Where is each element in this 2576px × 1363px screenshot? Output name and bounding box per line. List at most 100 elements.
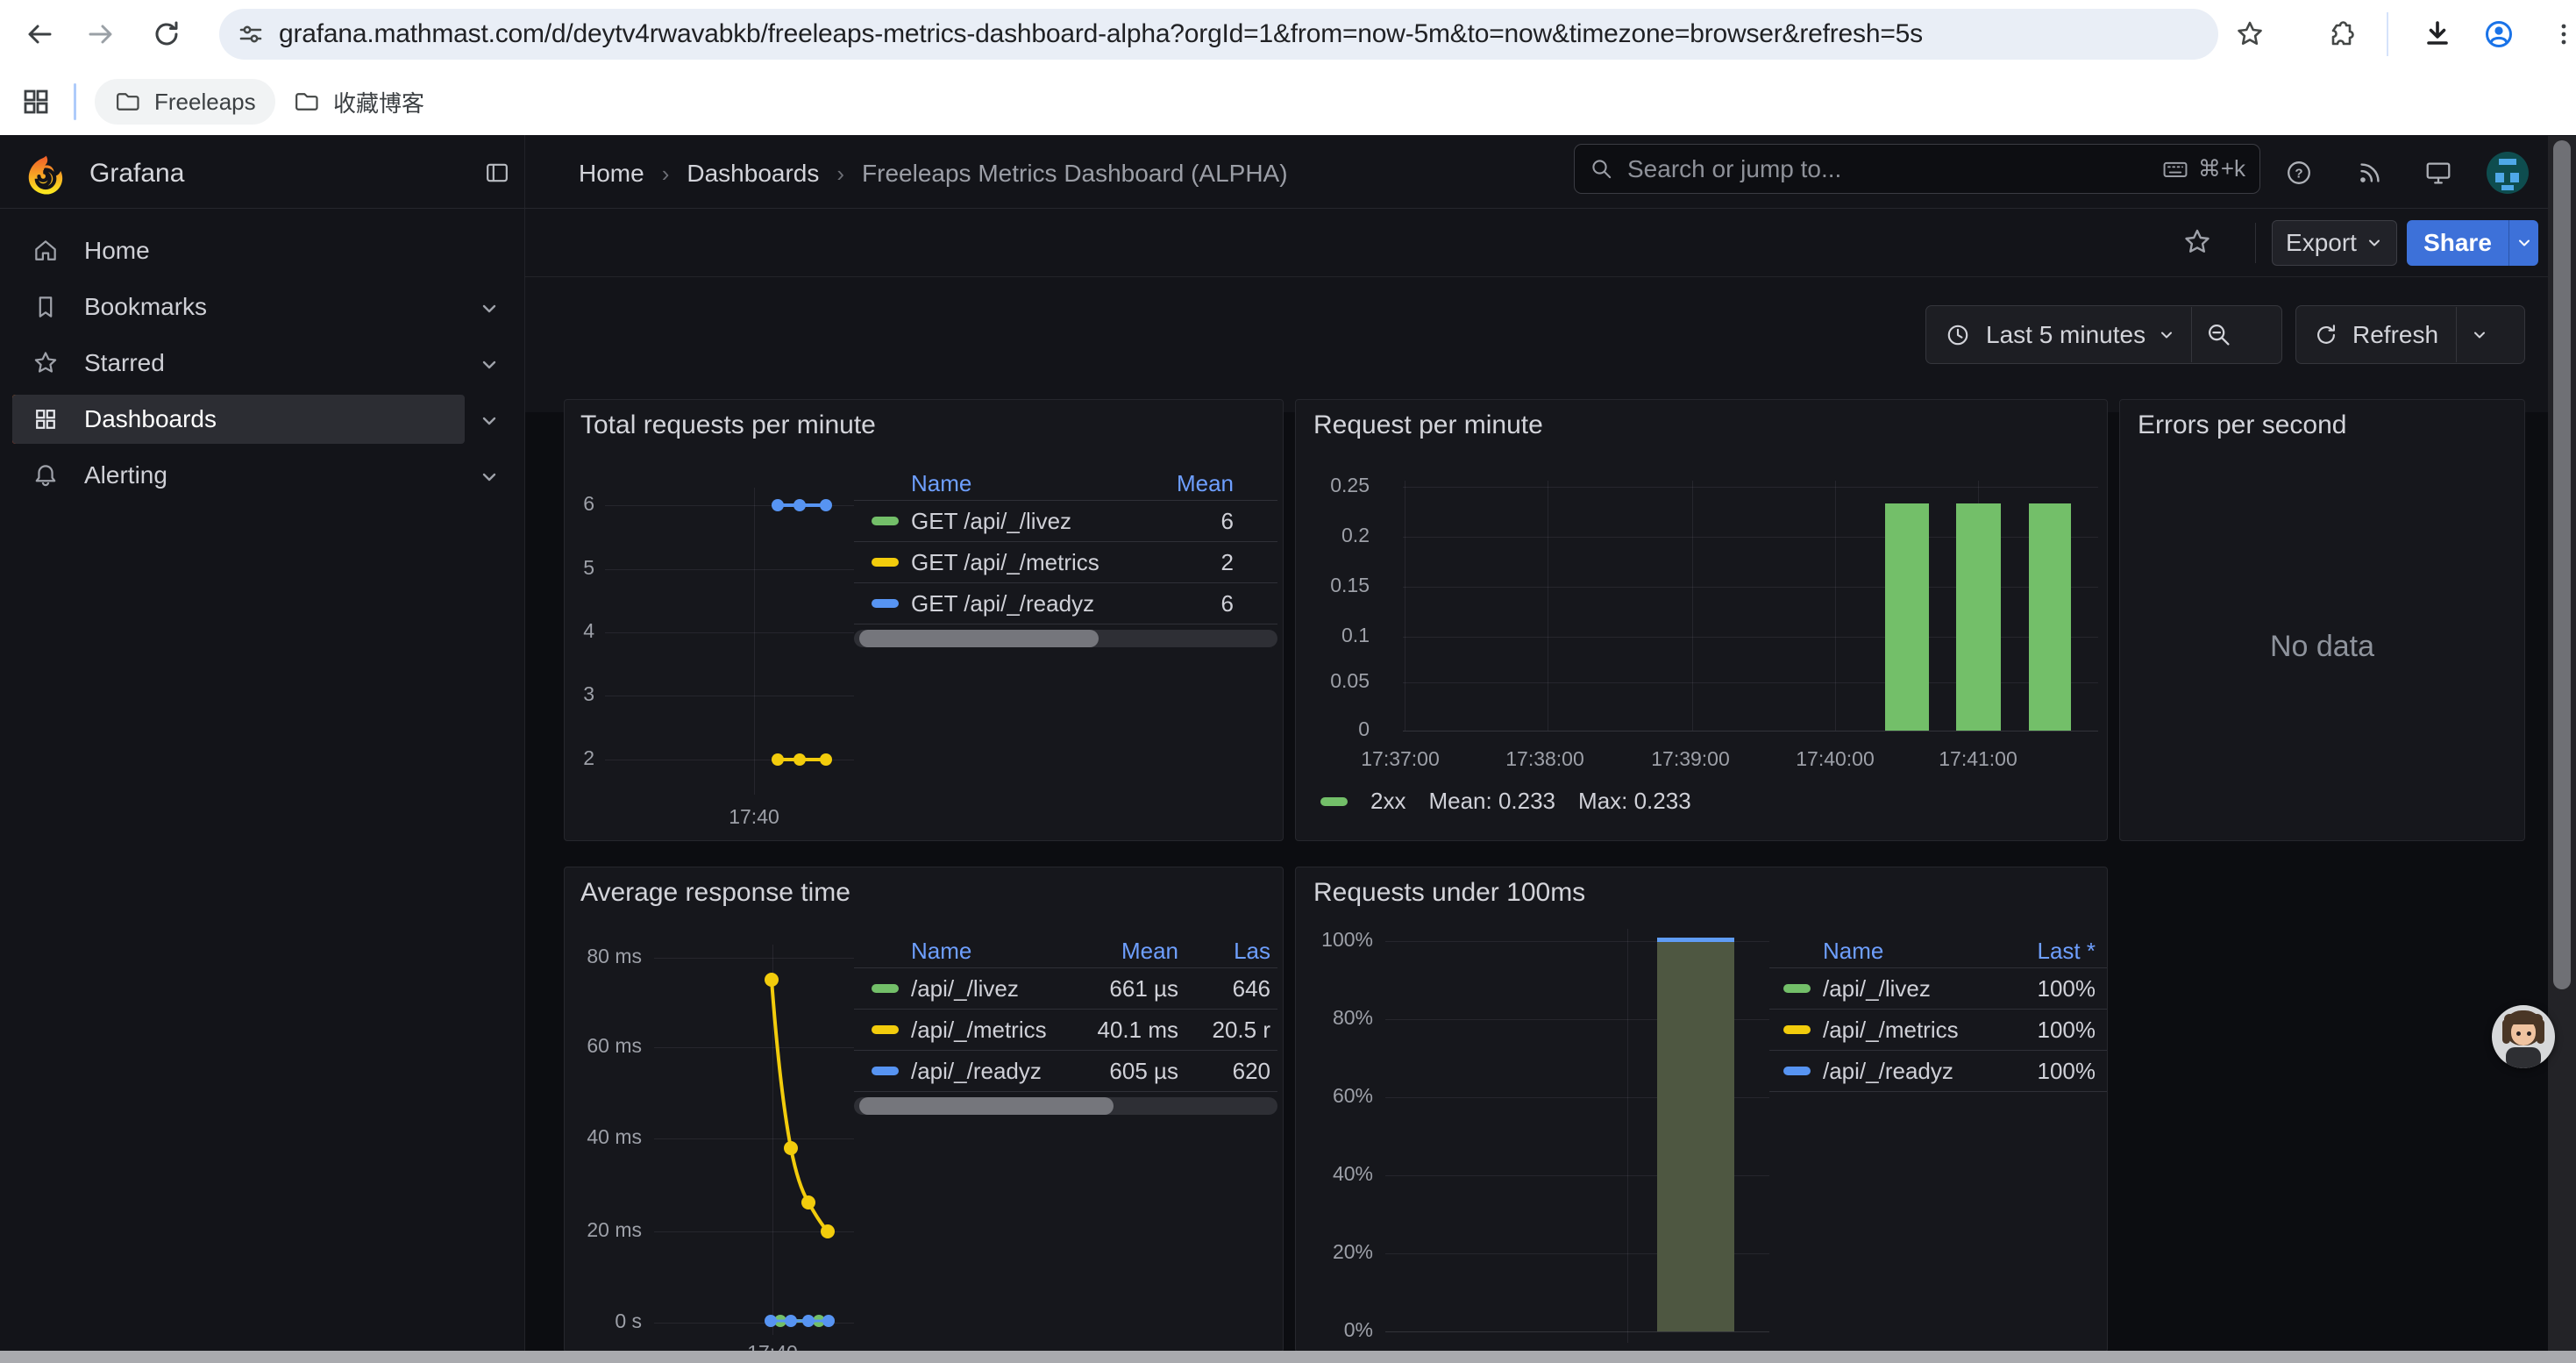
- panel-title[interactable]: Average response time: [580, 878, 850, 908]
- news-rss-icon[interactable]: [2355, 158, 2385, 188]
- legend-row[interactable]: /api/_/livez 661 µs 646: [854, 967, 1277, 1009]
- col-mean[interactable]: Mean: [1078, 938, 1178, 965]
- sidebar-item-label: Dashboards: [84, 405, 217, 433]
- export-button[interactable]: Export: [2272, 220, 2397, 266]
- horizontal-scrollbar[interactable]: [0, 1351, 2576, 1363]
- sidebar-item-dashboards[interactable]: Dashboards: [12, 395, 465, 444]
- avatar-hair-right: [2537, 1019, 2544, 1044]
- legend-row[interactable]: GET /api/_/livez 6: [854, 500, 1277, 541]
- extensions-icon[interactable]: [2325, 18, 2357, 50]
- bookmarks-divider: [74, 83, 76, 120]
- time-range-label[interactable]: Last 5 minutes: [1986, 321, 2145, 349]
- bookmark-folder-freeleaps[interactable]: Freeleaps: [95, 79, 275, 125]
- bookmark-icon: [32, 293, 60, 321]
- bar-2xx: [1956, 503, 2001, 731]
- download-icon[interactable]: [2422, 18, 2453, 50]
- panel-under-100ms[interactable]: Requests under 100ms 100% 80% 60% 40% 20…: [1295, 867, 2108, 1352]
- panel-title[interactable]: Requests under 100ms: [1313, 878, 1585, 908]
- brand-title[interactable]: Grafana: [89, 159, 184, 189]
- profile-icon[interactable]: [2483, 18, 2515, 50]
- favorite-star-icon[interactable]: [2181, 226, 2213, 258]
- series-swatch: [872, 558, 899, 567]
- reload-icon[interactable]: [151, 18, 182, 50]
- legend-scrollbar[interactable]: [854, 630, 1277, 647]
- breadcrumb-dashboards[interactable]: Dashboards: [687, 160, 819, 188]
- chevron-down-icon[interactable]: [479, 354, 500, 375]
- chevron-down-icon[interactable]: [2158, 326, 2175, 344]
- apps-grid-icon[interactable]: [20, 86, 52, 118]
- panel-title[interactable]: Request per minute: [1313, 410, 1543, 440]
- refresh-label[interactable]: Refresh: [2352, 321, 2438, 349]
- share-dropdown[interactable]: [2508, 220, 2538, 266]
- y-tick: 80 ms: [565, 945, 642, 968]
- legend-row[interactable]: /api/_/livez 100%: [1769, 967, 2107, 1009]
- panel-title[interactable]: Errors per second: [2138, 410, 2346, 440]
- panel-request-per-minute[interactable]: Request per minute 0.25 0.2 0.15 0.1 0.0…: [1295, 399, 2108, 841]
- col-name[interactable]: Name: [911, 938, 1078, 965]
- share-button[interactable]: Share: [2407, 220, 2538, 266]
- col-name[interactable]: Name: [911, 470, 1137, 497]
- svg-text:?: ?: [2295, 167, 2302, 182]
- sidebar-item-bookmarks[interactable]: Bookmarks: [12, 282, 465, 332]
- bookmark-star-icon[interactable]: [2234, 18, 2266, 50]
- address-bar[interactable]: grafana.mathmast.com/d/deytv4rwavabkb/fr…: [219, 9, 2218, 60]
- floating-avatar[interactable]: [2492, 1005, 2555, 1068]
- url-text[interactable]: grafana.mathmast.com/d/deytv4rwavabkb/fr…: [279, 19, 1923, 49]
- series-swatch: [872, 517, 899, 525]
- y-tick: 0.15: [1296, 574, 1370, 597]
- chevron-down-icon[interactable]: [479, 467, 500, 488]
- legend-row[interactable]: GET /api/_/readyz 6: [854, 582, 1277, 624]
- panel-avg-response-time[interactable]: Average response time 80 ms 60 ms 40 ms …: [564, 867, 1284, 1352]
- site-settings-icon[interactable]: [238, 22, 263, 46]
- panel-total-requests[interactable]: Total requests per minute 6 5 4 3 2 17:4…: [564, 399, 1284, 841]
- x-tick: 17:38:00: [1492, 747, 1598, 771]
- sidebar-item-home[interactable]: Home: [12, 226, 465, 275]
- chevron-down-icon[interactable]: [479, 298, 500, 319]
- menu-kebab-icon[interactable]: [2548, 18, 2576, 50]
- sidebar-collapse-icon[interactable]: [484, 160, 510, 186]
- legend-row[interactable]: /api/_/metrics 40.1 ms 20.5 r: [854, 1009, 1277, 1050]
- refresh-icon: [2312, 321, 2340, 349]
- legend[interactable]: 2xx Mean: 0.233 Max: 0.233: [1320, 788, 1714, 815]
- col-mean[interactable]: Mean: [1137, 470, 1234, 497]
- y-tick: 0.05: [1296, 669, 1370, 693]
- legend-row[interactable]: /api/_/readyz 100%: [1769, 1050, 2107, 1091]
- y-tick: 6: [565, 492, 594, 516]
- legend-scrollbar[interactable]: [854, 1097, 1277, 1115]
- zoom-out-icon[interactable]: [2204, 320, 2234, 350]
- legend-row[interactable]: /api/_/readyz 605 µs 620: [854, 1050, 1277, 1091]
- legend-row[interactable]: /api/_/metrics 100%: [1769, 1009, 2107, 1050]
- chevron-down-icon[interactable]: [2471, 326, 2488, 344]
- legend-table: Name Mean GET /api/_/livez 6 GET /api/_/…: [854, 467, 1277, 647]
- breadcrumb: Home › Dashboards › Freeleaps Metrics Da…: [579, 160, 1288, 188]
- y-tick: 40 ms: [565, 1125, 642, 1149]
- back-icon[interactable]: [24, 18, 55, 50]
- legend-row[interactable]: GET /api/_/metrics 2: [854, 541, 1277, 582]
- legend-header: Name Mean Las: [854, 934, 1277, 967]
- avatar-eye: [2527, 1031, 2531, 1036]
- forward-icon[interactable]: [85, 18, 117, 50]
- breadcrumb-home[interactable]: Home: [579, 160, 644, 188]
- series-swatch: [1320, 797, 1348, 806]
- legend-series: 2xx: [1370, 788, 1405, 815]
- panel-title[interactable]: Total requests per minute: [580, 410, 876, 440]
- bookmark-folder-blogs[interactable]: 收藏博客: [274, 79, 444, 125]
- monitor-icon[interactable]: [2423, 158, 2453, 188]
- toolbar-divider: [2255, 223, 2256, 263]
- bar-2xx: [2029, 503, 2071, 731]
- help-icon[interactable]: ?: [2284, 158, 2314, 188]
- panel-errors-per-second[interactable]: Errors per second No data: [2119, 399, 2525, 841]
- chevron-down-icon[interactable]: [479, 410, 500, 432]
- search-input[interactable]: Search or jump to... ⌘+k: [1574, 144, 2260, 194]
- series-swatch: [1783, 984, 1811, 993]
- sidebar-item-alerting[interactable]: Alerting: [12, 451, 465, 500]
- col-last[interactable]: Las: [1178, 938, 1270, 965]
- user-avatar[interactable]: [2487, 152, 2529, 194]
- col-last[interactable]: Last *: [1999, 938, 2096, 965]
- vertical-scrollbar-thumb[interactable]: [2553, 140, 2571, 989]
- share-label[interactable]: Share: [2407, 220, 2508, 266]
- sidebar-item-starred[interactable]: Starred: [12, 339, 465, 388]
- screen: grafana.mathmast.com/d/deytv4rwavabkb/fr…: [0, 0, 2576, 1363]
- y-tick: 20%: [1296, 1240, 1373, 1264]
- col-name[interactable]: Name: [1823, 938, 1999, 965]
